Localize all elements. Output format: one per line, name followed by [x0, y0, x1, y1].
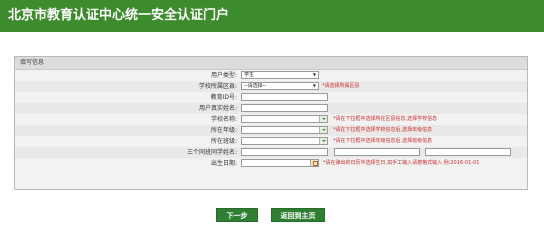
birthday-label: 出生日期: [210, 160, 237, 167]
user-type-value: 学生 [244, 72, 255, 78]
row-school: 学校名称: *请在下拉框中选择所在区县信息,选择学校信息 [15, 114, 527, 125]
school-hint: *请在下拉框中选择所在区县信息,选择学校信息 [333, 116, 438, 122]
classmate-1-input[interactable] [241, 148, 328, 156]
form-section-header: 填写信息 [15, 57, 527, 70]
edu-id-input[interactable] [241, 93, 328, 101]
grade-combobox[interactable] [241, 126, 328, 134]
section-title: 填写信息 [20, 59, 45, 66]
class-combobox[interactable] [241, 137, 328, 145]
row-class: 所在班级: *请在下拉框中选择年级信息后,选择班级信息 [15, 136, 527, 147]
birthday-datepicker[interactable] [241, 159, 319, 167]
real-name-label: 用户真实姓名: [198, 105, 237, 112]
return-home-button[interactable]: 返回到主页 [271, 208, 325, 222]
classmate-3-input[interactable] [425, 148, 511, 156]
chevron-down-icon: ▼ [312, 83, 316, 88]
class-hint: *请在下拉框中选择年级信息后,选择班级信息 [333, 138, 433, 144]
row-birthday: 出生日期: *请在弹出的日历中选择生日,如手工输入请按格式输入 例:2016-0… [15, 158, 527, 169]
row-edu-id: 教育ID号: [15, 92, 527, 103]
dropdown-arrow-icon[interactable] [319, 116, 327, 122]
dropdown-arrow-icon[interactable] [319, 138, 327, 144]
class-label: 所在班级: [210, 138, 237, 145]
classmate-2-input[interactable] [334, 148, 420, 156]
school-combobox[interactable] [241, 115, 328, 123]
row-real-name: 用户真实姓名: [15, 103, 527, 114]
chevron-down-icon: ▼ [312, 72, 316, 77]
registration-form: 填写信息 用户类型: 学生 ▼ 学校所属区县: --请选择-- ▼ *请选择所属… [14, 56, 528, 190]
district-select[interactable]: --请选择-- ▼ [241, 82, 319, 90]
header-banner: 北京市教育认证中心统一安全认证门户 [0, 0, 544, 32]
page-title: 北京市教育认证中心统一安全认证门户 [8, 8, 230, 23]
birthday-hint: *请在弹出的日历中选择生日,如手工输入请按格式输入 例:2016-01-01 [323, 160, 480, 166]
real-name-input[interactable] [241, 104, 328, 112]
grade-hint: *请在下拉框中选择学校信息后,选择年级信息 [333, 127, 433, 133]
edu-id-label: 教育ID号: [210, 94, 237, 101]
row-classmates: 三个同班同学姓名: [15, 147, 527, 158]
district-value: --请选择-- [244, 83, 267, 89]
district-hint: *请选择所属区县 [322, 83, 360, 89]
district-label: 学校所属区县: [198, 83, 237, 90]
user-type-select[interactable]: 学生 ▼ [241, 71, 319, 79]
school-label: 学校名称: [210, 116, 237, 123]
row-user-type: 用户类型: 学生 ▼ [15, 70, 527, 81]
classmates-label: 三个同班同学姓名: [186, 149, 237, 156]
row-district: 学校所属区县: --请选择-- ▼ *请选择所属区县 [15, 81, 527, 92]
dropdown-arrow-icon[interactable] [319, 127, 327, 133]
calendar-icon[interactable] [310, 160, 318, 166]
next-step-button[interactable]: 下一步 [216, 208, 258, 222]
grade-label: 所在年级: [210, 127, 237, 134]
row-grade: 所在年级: *请在下拉框中选择学校信息后,选择年级信息 [15, 125, 527, 136]
user-type-label: 用户类型: [210, 72, 237, 79]
